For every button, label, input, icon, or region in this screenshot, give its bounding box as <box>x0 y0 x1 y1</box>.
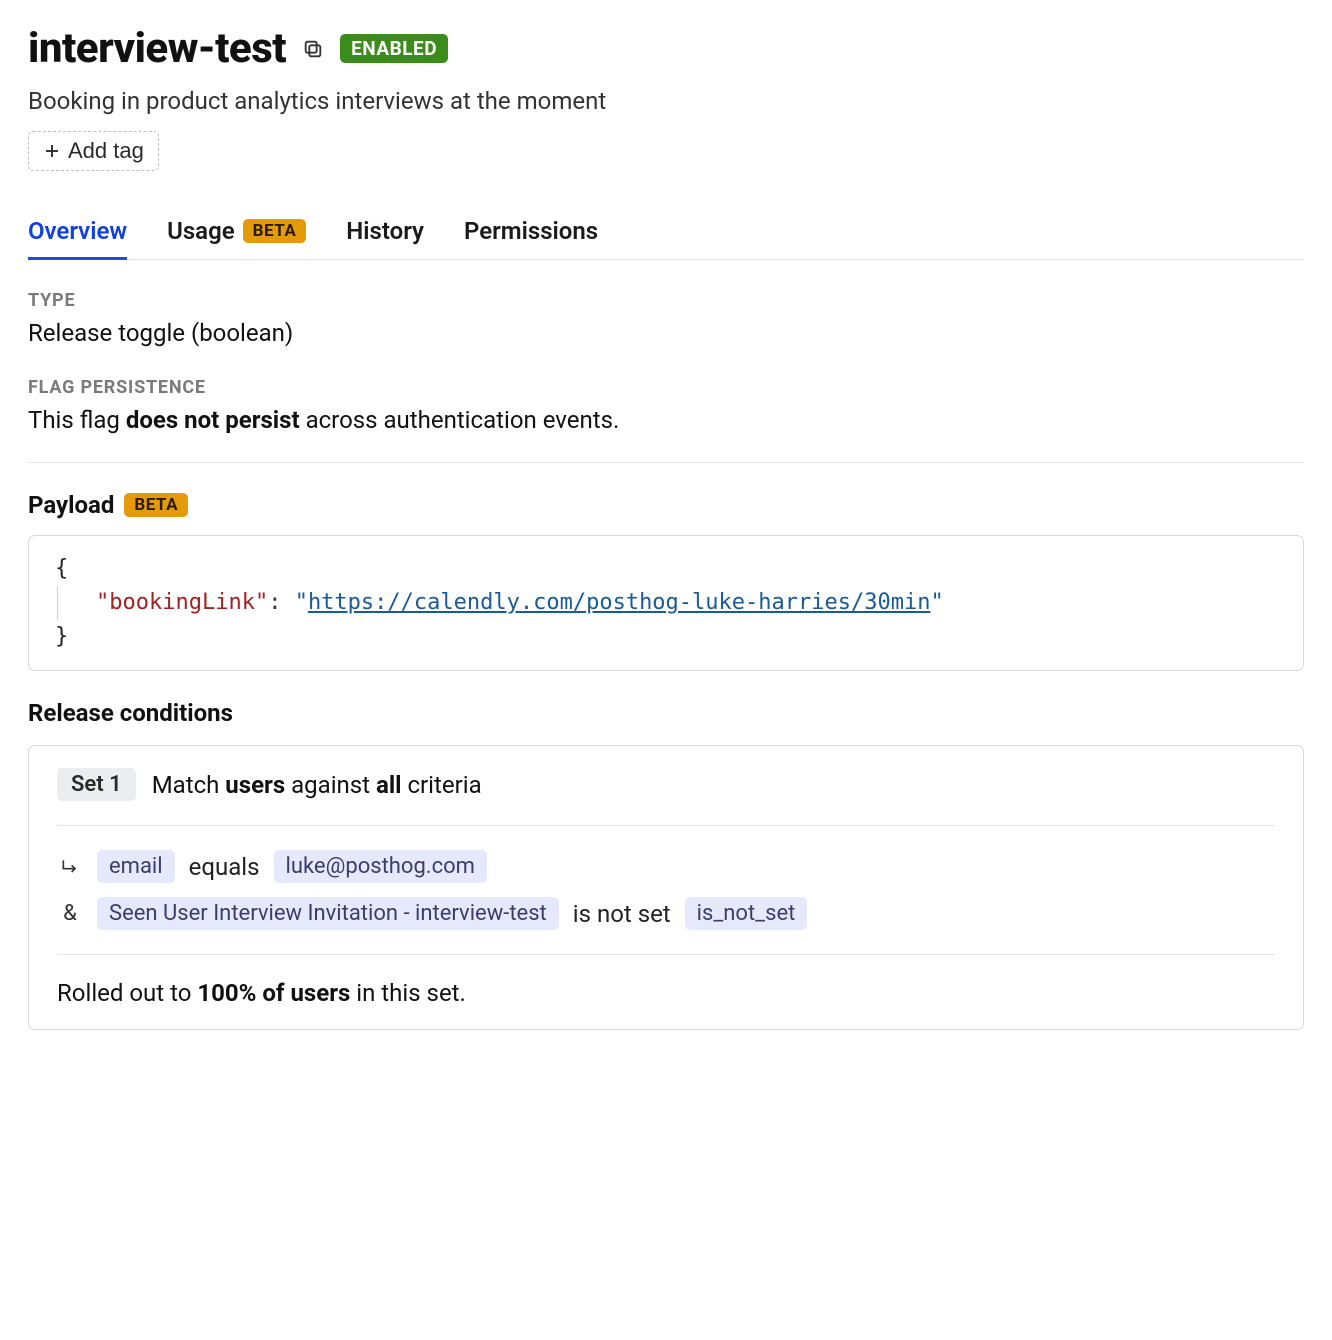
child-arrow-icon <box>60 857 80 877</box>
copy-name-button[interactable] <box>298 34 328 64</box>
condition-operator: is not set <box>573 900 671 928</box>
payload-url-link[interactable]: https://calendly.com/posthog-luke-harrie… <box>308 590 931 615</box>
copy-icon <box>302 38 324 60</box>
condition-value: luke@posthog.com <box>274 850 487 883</box>
tab-overview-label: Overview <box>28 217 127 245</box>
type-label: TYPE <box>28 290 1304 311</box>
page-header: interview-test ENABLED <box>28 24 1304 73</box>
and-symbol: & <box>57 901 83 926</box>
tab-permissions[interactable]: Permissions <box>464 211 598 259</box>
match-all: all <box>376 771 402 799</box>
payload-heading-text: Payload <box>28 491 114 519</box>
code-quote-open: " <box>295 590 308 615</box>
match-users: users <box>225 771 285 799</box>
page-subtitle: Booking in product analytics interviews … <box>28 87 1304 115</box>
plus-icon <box>43 142 61 160</box>
code-open-brace: { <box>55 556 68 581</box>
persistence-value: This flag does not persist across authen… <box>28 406 1304 434</box>
tab-usage-label: Usage <box>167 217 235 245</box>
condition-property: Seen User Interview Invitation - intervi… <box>97 897 559 930</box>
code-key: "bookingLink" <box>96 590 268 615</box>
beta-badge: BETA <box>243 219 307 243</box>
tab-usage[interactable]: Usage BETA <box>167 211 306 259</box>
status-badge: ENABLED <box>340 34 448 63</box>
add-tag-label: Add tag <box>68 138 144 164</box>
tab-history[interactable]: History <box>346 211 424 259</box>
tab-history-label: History <box>346 217 424 245</box>
beta-badge-payload: BETA <box>124 493 188 517</box>
tabs: Overview Usage BETA History Permissions <box>28 211 1304 260</box>
match-mid: against <box>285 771 376 799</box>
inner-divider-top <box>57 825 1275 826</box>
code-close-brace: } <box>55 624 68 649</box>
payload-code: { "bookingLink": "https://calendly.com/p… <box>28 535 1304 671</box>
tab-permissions-label: Permissions <box>464 217 598 245</box>
add-tag-button[interactable]: Add tag <box>28 131 159 171</box>
set-chip: Set 1 <box>57 768 136 801</box>
divider <box>28 462 1304 463</box>
tab-overview[interactable]: Overview <box>28 211 127 259</box>
rollout-pct: 100% of users <box>197 979 350 1007</box>
code-quote-close: " <box>930 590 943 615</box>
inner-divider-bottom <box>57 954 1275 955</box>
match-suffix: criteria <box>402 771 482 799</box>
match-text: Match users against all criteria <box>152 771 482 799</box>
rollout-suffix: in this set. <box>350 979 466 1007</box>
rollout-text: Rolled out to 100% of users in this set. <box>57 979 1275 1007</box>
release-heading-text: Release conditions <box>28 699 233 727</box>
condition-operator: equals <box>189 853 260 881</box>
persistence-prefix: This flag <box>28 406 126 434</box>
match-prefix: Match <box>152 771 226 799</box>
release-match-header: Set 1 Match users against all criteria <box>57 768 1275 801</box>
condition-row-2: & Seen User Interview Invitation - inter… <box>57 897 1275 930</box>
code-colon: : <box>268 590 295 615</box>
release-conditions-box: Set 1 Match users against all criteria e… <box>28 745 1304 1030</box>
type-value: Release toggle (boolean) <box>28 319 1304 347</box>
page-title: interview-test <box>28 24 286 73</box>
persistence-strong: does not persist <box>126 406 300 434</box>
condition-value: is_not_set <box>685 897 808 930</box>
condition-row-1: email equals luke@posthog.com <box>57 850 1275 883</box>
first-condition-icon <box>57 857 83 877</box>
condition-property: email <box>97 850 175 883</box>
persistence-suffix: across authentication events. <box>300 406 620 434</box>
release-heading: Release conditions <box>28 699 1304 727</box>
payload-heading: Payload BETA <box>28 491 1304 519</box>
rollout-prefix: Rolled out to <box>57 979 197 1007</box>
persistence-label: FLAG PERSISTENCE <box>28 377 1304 398</box>
